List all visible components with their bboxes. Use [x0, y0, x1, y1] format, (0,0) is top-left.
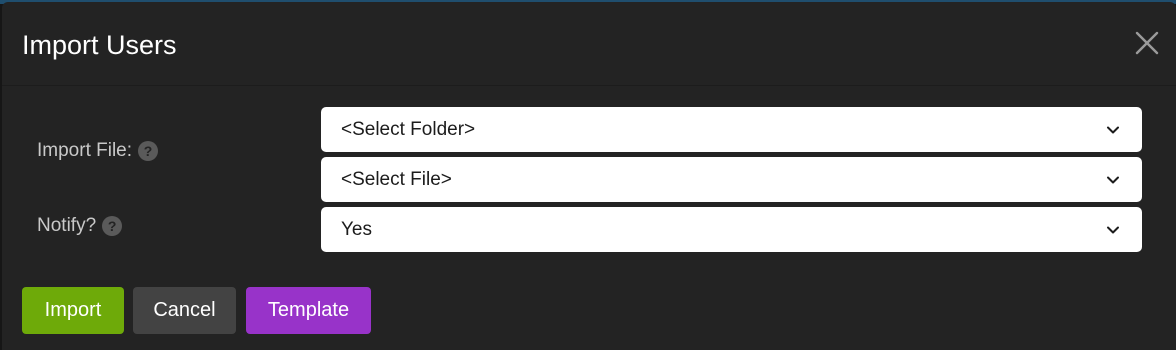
dialog-header: Import Users — [2, 2, 1176, 86]
cancel-button[interactable]: Cancel — [133, 287, 236, 334]
notify-select-value: Yes — [341, 218, 372, 240]
dialog-title: Import Users — [22, 30, 177, 60]
folder-select-value: <Select Folder> — [341, 118, 476, 140]
import-file-help-icon[interactable]: ? — [138, 141, 159, 161]
notify-label: Notify? — [37, 215, 97, 236]
import-file-label-group: Import File: ? — [37, 139, 159, 163]
file-select-value: <Select File> — [341, 168, 452, 190]
chevron-down-icon — [1107, 126, 1119, 134]
notify-select[interactable]: Yes — [321, 207, 1142, 252]
chevron-down-icon — [1107, 226, 1119, 234]
import-users-dialog: Import Users Import File: ? Notify? ? <S… — [2, 2, 1176, 350]
notify-label-group: Notify? ? — [37, 214, 123, 238]
folder-select[interactable]: <Select Folder> — [321, 107, 1142, 152]
chevron-down-icon — [1107, 176, 1119, 184]
close-icon — [1135, 31, 1159, 55]
close-button[interactable] — [1134, 30, 1160, 56]
notify-help-icon[interactable]: ? — [102, 216, 123, 236]
import-file-label: Import File: — [37, 140, 133, 161]
file-select[interactable]: <Select File> — [321, 157, 1142, 202]
import-button[interactable]: Import — [22, 287, 124, 334]
template-button[interactable]: Template — [246, 287, 371, 334]
